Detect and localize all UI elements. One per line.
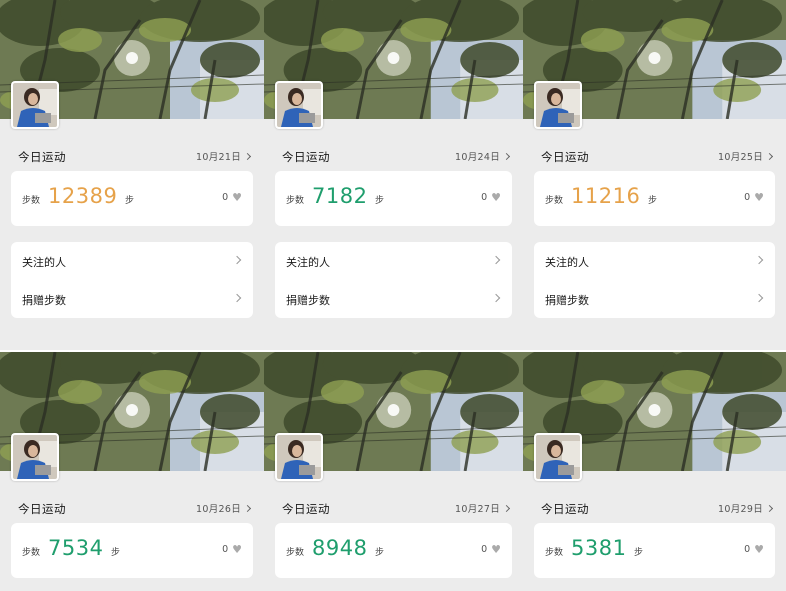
heart-icon: ♥	[754, 543, 764, 556]
chevron-right-icon	[765, 152, 774, 161]
likes-count: 0	[481, 544, 488, 555]
likes[interactable]: 0 ♥	[744, 192, 764, 203]
likes-count: 0	[481, 192, 488, 203]
chevron-right-icon	[243, 504, 252, 513]
steps-unit: 步	[111, 548, 121, 558]
likes[interactable]: 0 ♥	[481, 192, 501, 203]
date-text: 10月26日	[196, 504, 241, 515]
menu-item-label: 捐赠步数	[545, 294, 589, 307]
menu-card: 关注的人 捐赠步数	[534, 242, 775, 318]
chevron-right-icon	[232, 293, 242, 303]
sport-panel-1: 今日运动 10月21日 步数 12389 步 0 ♥ 关注的人 捐赠步数	[0, 0, 264, 350]
date-link[interactable]: 10月24日	[455, 149, 511, 163]
following-item[interactable]: 关注的人	[534, 242, 775, 280]
date-link[interactable]: 10月21日	[196, 149, 252, 163]
following-item[interactable]: 关注的人	[11, 242, 253, 280]
likes[interactable]: 0 ♥	[481, 544, 501, 555]
steps-card[interactable]: 步数 7534 步 0 ♥	[11, 523, 253, 578]
likes-count: 0	[744, 544, 751, 555]
section-title: 今日运动	[541, 150, 589, 164]
avatar[interactable]	[534, 433, 582, 481]
sport-panel-5: 今日运动 10月27日 步数 8948 步 0 ♥	[264, 352, 523, 591]
section-title: 今日运动	[282, 150, 330, 164]
steps-unit: 步	[375, 196, 385, 206]
steps-value: 7182	[312, 184, 368, 208]
steps-value: 11216	[571, 184, 641, 208]
steps-unit: 步	[375, 548, 385, 558]
steps-label: 步数	[545, 548, 564, 558]
steps-value: 5381	[571, 536, 627, 560]
avatar[interactable]	[11, 433, 59, 481]
heart-icon: ♥	[491, 543, 501, 556]
avatar[interactable]	[534, 81, 582, 129]
chevron-right-icon	[754, 293, 764, 303]
steps-card[interactable]: 步数 11216 步 0 ♥	[534, 171, 775, 226]
steps-card[interactable]: 步数 7182 步 0 ♥	[275, 171, 512, 226]
date-text: 10月27日	[455, 504, 500, 515]
section-title: 今日运动	[18, 150, 66, 164]
chevron-right-icon	[491, 255, 501, 265]
menu-item-label: 关注的人	[286, 256, 330, 269]
menu-item-label: 关注的人	[22, 256, 66, 269]
steps-label: 步数	[286, 548, 305, 558]
date-text: 10月21日	[196, 152, 241, 163]
menu-item-label: 捐赠步数	[286, 294, 330, 307]
likes-count: 0	[222, 544, 229, 555]
date-text: 10月29日	[718, 504, 763, 515]
steps-value: 8948	[312, 536, 368, 560]
sport-panel-4: 今日运动 10月26日 步数 7534 步 0 ♥	[0, 352, 264, 591]
heart-icon: ♥	[232, 543, 242, 556]
date-text: 10月25日	[718, 152, 763, 163]
heart-icon: ♥	[232, 191, 242, 204]
section-title: 今日运动	[282, 502, 330, 516]
steps-label: 步数	[22, 196, 41, 206]
heart-icon: ♥	[754, 191, 764, 204]
menu-card: 关注的人 捐赠步数	[275, 242, 512, 318]
menu-item-label: 关注的人	[545, 256, 589, 269]
date-link[interactable]: 10月25日	[718, 149, 774, 163]
chevron-right-icon	[491, 293, 501, 303]
likes-count: 0	[744, 192, 751, 203]
donate-steps-item[interactable]: 捐赠步数	[11, 280, 253, 318]
section-title: 今日运动	[18, 502, 66, 516]
chevron-right-icon	[754, 255, 764, 265]
donate-steps-item[interactable]: 捐赠步数	[275, 280, 512, 318]
steps-unit: 步	[634, 548, 644, 558]
steps-value: 7534	[48, 536, 104, 560]
steps-card[interactable]: 步数 5381 步 0 ♥	[534, 523, 775, 578]
sport-panel-6: 今日运动 10月29日 步数 5381 步 0 ♥	[523, 352, 786, 591]
likes-count: 0	[222, 192, 229, 203]
likes[interactable]: 0 ♥	[222, 544, 242, 555]
avatar[interactable]	[11, 81, 59, 129]
following-item[interactable]: 关注的人	[275, 242, 512, 280]
menu-card: 关注的人 捐赠步数	[11, 242, 253, 318]
steps-value: 12389	[48, 184, 118, 208]
chevron-right-icon	[232, 255, 242, 265]
avatar[interactable]	[275, 433, 323, 481]
menu-item-label: 捐赠步数	[22, 294, 66, 307]
likes[interactable]: 0 ♥	[222, 192, 242, 203]
steps-card[interactable]: 步数 12389 步 0 ♥	[11, 171, 253, 226]
chevron-right-icon	[502, 152, 511, 161]
steps-unit: 步	[648, 196, 658, 206]
steps-label: 步数	[22, 548, 41, 558]
sport-panel-3: 今日运动 10月25日 步数 11216 步 0 ♥ 关注的人 捐赠步数	[523, 0, 786, 350]
section-title: 今日运动	[541, 502, 589, 516]
steps-label: 步数	[545, 196, 564, 206]
steps-card[interactable]: 步数 8948 步 0 ♥	[275, 523, 512, 578]
date-text: 10月24日	[455, 152, 500, 163]
donate-steps-item[interactable]: 捐赠步数	[534, 280, 775, 318]
date-link[interactable]: 10月26日	[196, 501, 252, 515]
date-link[interactable]: 10月29日	[718, 501, 774, 515]
avatar[interactable]	[275, 81, 323, 129]
heart-icon: ♥	[491, 191, 501, 204]
chevron-right-icon	[243, 152, 252, 161]
date-link[interactable]: 10月27日	[455, 501, 511, 515]
sport-panel-2: 今日运动 10月24日 步数 7182 步 0 ♥ 关注的人 捐赠步数	[264, 0, 523, 350]
steps-label: 步数	[286, 196, 305, 206]
chevron-right-icon	[502, 504, 511, 513]
likes[interactable]: 0 ♥	[744, 544, 764, 555]
steps-unit: 步	[125, 196, 135, 206]
chevron-right-icon	[765, 504, 774, 513]
